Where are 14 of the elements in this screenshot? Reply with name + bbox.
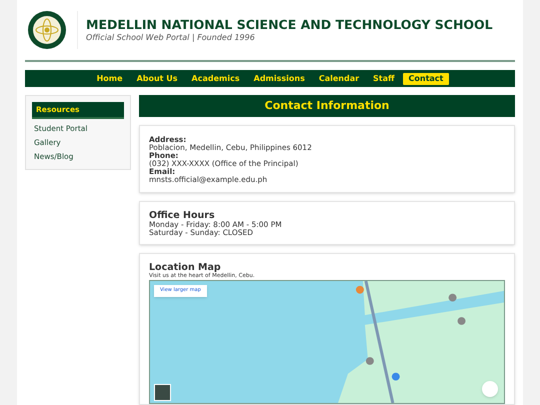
nav-link[interactable]: Academics (186, 72, 246, 84)
section-heading: Office Hours (149, 210, 216, 221)
nav-link[interactable]: Contact (402, 72, 450, 84)
nav-link[interactable]: Calendar (312, 72, 366, 84)
school-seal-icon (27, 10, 67, 50)
nav-link[interactable]: Home (90, 72, 129, 84)
nav-link[interactable]: Staff (367, 72, 401, 84)
school-tagline: Official School Web Portal | Founded 1996 (86, 32, 256, 43)
school-name: MEDELLIN NATIONAL SCIENCE AND TECHNOLOGY SCHOOL (86, 17, 493, 32)
satellite-toggle[interactable] (154, 384, 171, 401)
nav-link[interactable]: About Us (130, 72, 184, 84)
section-heading: Location Map (149, 262, 221, 273)
page-title: Contact Information (139, 95, 515, 117)
nav-link[interactable]: Admissions (248, 72, 311, 84)
